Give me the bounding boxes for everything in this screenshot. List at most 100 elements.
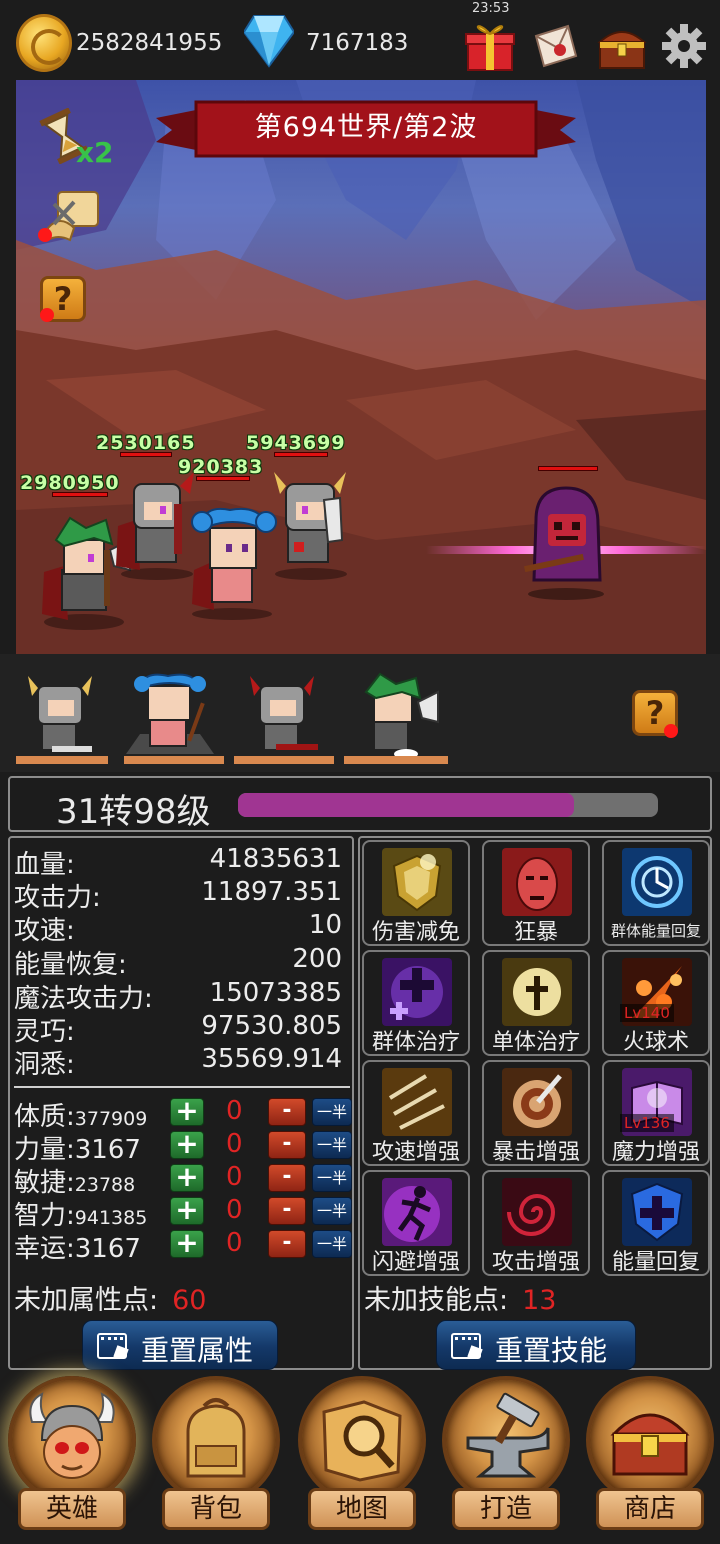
stat-label: 洞悉: [14,1050,75,1080]
spiral-icon [502,1178,572,1246]
enemy-hooded-skull [524,486,604,600]
hero-hp-bar [120,452,172,457]
attr-minus-button[interactable]: - [268,1098,306,1126]
purple-cross-icon [382,958,452,1026]
nav-forge[interactable]: 打造 [434,1376,574,1540]
viking-helmet-icon [29,1392,115,1479]
skill-level: Lv136 [620,1114,674,1132]
unspent-attr-value: 60 [172,1285,207,1316]
skill-berserk[interactable]: 狂暴 [482,840,590,946]
reset-attributes-label: 重置属性 [141,1334,254,1367]
skill-single-heal[interactable]: 单体治疗 [482,950,590,1056]
attr-pending: 0 [226,1228,243,1258]
video-ad-icon [451,1333,481,1359]
attr-pending: 0 [226,1129,243,1159]
attr-half-button[interactable]: 一半 [312,1197,352,1225]
attr-minus-button[interactable]: - [268,1197,306,1225]
attr-pending: 0 [226,1195,243,1225]
backpack-icon [186,1398,246,1478]
letter-icon[interactable] [530,22,580,70]
attr-plus-button[interactable]: + [170,1163,204,1192]
damage-number: 2980950 [20,472,120,494]
skill-magic-up[interactable]: Lv136 魔力增强 [602,1060,710,1166]
treasure-chest-icon[interactable] [596,22,648,72]
shield-icon [382,848,452,916]
target-dagger-icon [502,1068,572,1136]
skill-dodge-up[interactable]: 闪避增强 [362,1170,470,1276]
stat-value: 15073385 [209,978,342,1008]
coin-icon [16,14,72,72]
attr-plus-button[interactable]: + [170,1229,204,1258]
stat-value: 10 [308,910,342,940]
attr-pending: 0 [226,1096,243,1126]
attr-label: 幸运:3167 [14,1228,141,1265]
attr-half-button[interactable]: 一半 [312,1098,352,1126]
attr-plus-button[interactable]: + [170,1097,204,1126]
nav-shop[interactable]: 商店 [578,1376,718,1540]
skill-name: 单体治疗 [491,1030,580,1055]
damage-number: 5943699 [246,432,346,454]
nav-label: 地图 [308,1488,416,1530]
stat-value: 11897.351 [201,877,342,907]
attr-plus-button[interactable]: + [170,1130,204,1159]
skill-attack-up[interactable]: 攻击增强 [482,1170,590,1276]
attr-label-text: 力量: [14,1135,75,1165]
scroll-notification-dot [38,228,52,242]
stat-row-dexterity: 灵巧: 97530.805 [14,1011,342,1047]
attr-minus-button[interactable]: - [268,1230,306,1258]
stat-row-insight: 洞悉: 35569.914 [14,1044,342,1080]
reset-skills-button[interactable]: 重置技能 [436,1320,636,1370]
skill-name: 群体能量回复 [610,922,701,940]
skill-name: 伤害减免 [371,920,460,945]
nav-backpack[interactable]: 背包 [144,1376,284,1540]
attr-half-button[interactable]: 一半 [312,1131,352,1159]
nav-hero[interactable]: 英雄 [0,1376,140,1540]
attr-label: 敏捷:23788 [14,1162,135,1199]
skill-damage-reduction[interactable]: 伤害减免 [362,840,470,946]
wave-banner-text: 第694世界/第2波 [254,112,478,143]
nav-map[interactable]: 地图 [290,1376,430,1540]
battle-scene: 第694世界/第2波 x2 ? 2530165 5943699 920383 2… [16,80,706,654]
reset-attributes-button[interactable]: 重置属性 [82,1320,278,1370]
stat-label: 魔法攻击力: [14,984,153,1014]
attr-half-button[interactable]: 一半 [312,1164,352,1192]
unspent-attr-points: 未加属性点: 60 [14,1278,206,1317]
speed-multiplier[interactable]: x2 [76,136,114,169]
clock-swirl-icon [622,848,692,916]
attr-row-intelligence: 智力:941385 + 0 - 一半 [14,1195,352,1231]
treasure-chest-icon [610,1413,690,1476]
stat-row-hp: 血量: 41835631 [14,844,342,880]
attr-value: 377909 [74,1108,148,1130]
attr-minus-button[interactable]: - [268,1164,306,1192]
attr-minus-button[interactable]: - [268,1131,306,1159]
team-slot-blue-hair-mage[interactable] [120,672,220,764]
team-slot-green-hair-axeman[interactable] [346,672,446,764]
hero-red-horn-knight [274,472,347,580]
team-slot-red-horn-knight[interactable] [236,672,336,764]
skill-crit-up[interactable]: 暴击增强 [482,1060,590,1166]
gift-box-icon[interactable] [464,20,516,72]
unspent-skill-label: 未加技能点: [364,1285,509,1316]
skill-name: 群体治疗 [371,1030,460,1055]
hero-hp-bar [52,492,108,497]
skill-energy-regen[interactable]: 能量回复 [602,1170,710,1276]
skill-fireball[interactable]: Lv140 火球术 [602,950,710,1056]
attr-half-button[interactable]: 一半 [312,1230,352,1258]
anvil-hammer-icon [466,1392,550,1478]
skill-group-heal[interactable]: 群体治疗 [362,950,470,1056]
running-figure-icon [382,1178,452,1246]
unspent-attr-label: 未加属性点: [14,1285,159,1316]
skill-name: 能量回复 [611,1250,700,1275]
attr-pending: 0 [226,1162,243,1192]
skill-attack-speed-up[interactable]: 攻速增强 [362,1060,470,1166]
hero-level: 31转98级 [56,792,211,832]
gear-icon[interactable] [660,22,708,70]
hero-hp-bar [274,452,328,457]
blue-cross-shield-icon [622,1178,692,1246]
xp-bar-fill [238,793,574,817]
team-slot-base [234,756,334,764]
attr-plus-button[interactable]: + [170,1196,204,1225]
skill-name: 闪避增强 [371,1250,460,1275]
team-slot-horned-knight[interactable] [14,672,114,764]
skill-group-energy-regen[interactable]: 群体能量回复 [602,840,710,946]
